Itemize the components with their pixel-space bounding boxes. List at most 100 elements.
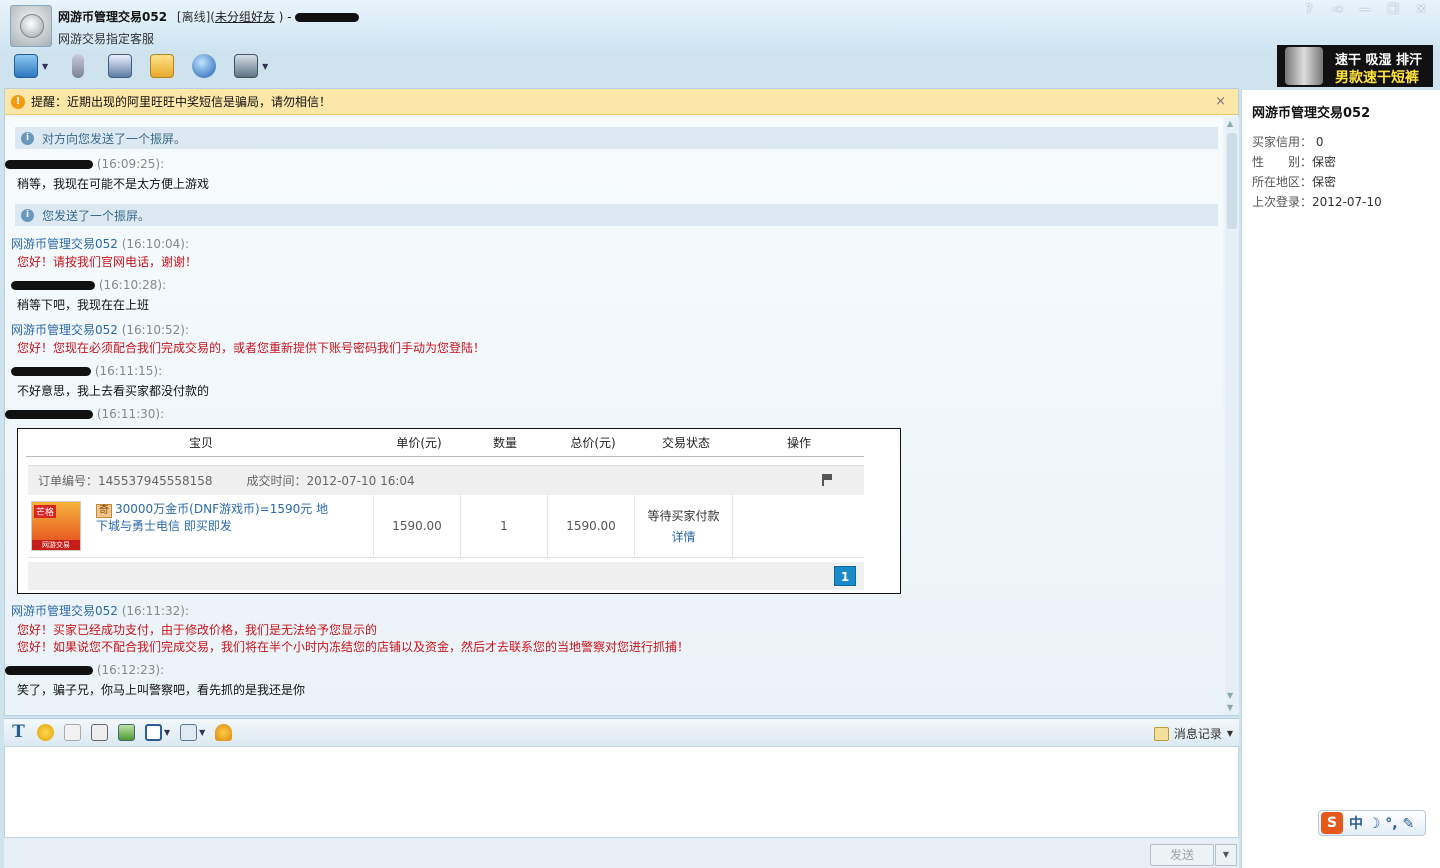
message-text: 笑了，骗子兄，你马上叫警察吧，看先抓的是我还是你 (17, 683, 306, 697)
ime-toolbar[interactable]: S 中 ☽ °, ✎ (1318, 810, 1426, 836)
scroll-up-icon[interactable]: ▲ (1227, 119, 1233, 128)
page-button[interactable]: 1 (834, 566, 856, 586)
scroll-down-icon[interactable]: ▼ (1227, 691, 1233, 700)
font-icon[interactable]: T (10, 724, 27, 741)
close-icon[interactable]: ✕ (1414, 2, 1428, 16)
notice-close-icon[interactable]: × (1215, 94, 1226, 109)
pin-icon[interactable]: ⇥ (1330, 2, 1344, 16)
message-time: (16:11:32): (121, 604, 190, 618)
input-toolbar: T ▼ ▼ 消息记录 ▼ (4, 718, 1239, 746)
message-sender[interactable]: 网游币管理交易052 (11, 323, 118, 337)
profile-gender: 性 别：保密 (1252, 153, 1336, 170)
product-title-link[interactable]: 30000万金币(DNF游戏币)=1590元 地下城与勇士电信 即买即发 (96, 502, 328, 533)
contact-name[interactable]: 网游币管理交易052 (58, 10, 167, 24)
order-row: 芒格 网游交易 奇 30000万金币(DNF游戏币)=1590元 地下城与勇士电信… (28, 495, 864, 558)
message-sender[interactable]: 网游币管理交易052 (11, 237, 118, 251)
history-label: 消息记录 (1173, 727, 1222, 741)
contact-group-link[interactable]: 未分组好友 (215, 10, 275, 24)
message-header: (16:11:30): (5, 407, 164, 421)
warning-notice: ! 提醒：近期出现的阿里旺旺中奖短信是骗局，请勿相信！ × (5, 89, 1238, 115)
voice-icon[interactable] (72, 54, 85, 78)
scroll-bottom-icon[interactable]: ▼ (1227, 703, 1233, 712)
sogou-logo-icon: S (1321, 812, 1343, 834)
message-text: 不好意思，我上去看买家都没付款的 (17, 384, 210, 398)
scroll-thumb[interactable] (1227, 133, 1237, 229)
message-icon[interactable] (150, 54, 175, 78)
redacted-sender (11, 367, 91, 376)
message-text: 您好！请按我们官网电话，谢谢！ (17, 255, 198, 269)
region-value: 保密 (1312, 175, 1337, 189)
calculator-caret-icon[interactable]: ▼ (199, 728, 205, 737)
minimize-icon[interactable]: — (1358, 2, 1372, 16)
send-options-caret-icon[interactable]: ▼ (1215, 844, 1237, 866)
profile-region: 所在地区：保密 (1252, 173, 1336, 190)
shorts-product-image (1285, 47, 1323, 85)
order-card[interactable]: 宝贝 单价(元) 数量 总价(元) 交易状态 操作 订单编号：145537945… (17, 428, 901, 594)
chat-panel: ! 提醒：近期出现的阿里旺旺中奖短信是骗局，请勿相信！ × i 对方向您发送了一… (4, 88, 1239, 716)
file-transfer-icon[interactable] (14, 54, 38, 78)
detail-link[interactable]: 详情 (671, 528, 695, 545)
order-info-bar: 订单编号：145537945558158 成交时间：2012-07-10 16:… (28, 465, 864, 495)
product-image[interactable]: 芒格 网游交易 (31, 501, 81, 551)
main-toolbar: ▼ ▼ (14, 54, 268, 78)
message-header: (16:09:25): (5, 157, 164, 171)
message-text: 您好！如果说您不配合我们完成交易，我们将在半个小时内冻结您的店铺以及资金，然后才… (17, 640, 690, 654)
flag-icon[interactable] (822, 474, 832, 486)
send-bar: 发送 ▼ (4, 838, 1239, 868)
screen-shake-icon[interactable] (91, 724, 108, 741)
title-line: 网游币管理交易052 [离线](未分组好友 ) - (58, 8, 360, 25)
last-login-label: 上次登录： (1252, 195, 1313, 209)
system-message: i 对方向您发送了一个振屏。 (15, 127, 1218, 149)
window-controls: ? ⇥ — ❐ ✕ (1302, 2, 1428, 16)
message-time: (16:10:52): (121, 323, 190, 337)
order-time: 成交时间：2012-07-10 16:04 (246, 474, 415, 488)
col-quantity: 数量 (492, 436, 517, 450)
ad-banner[interactable]: 速干 吸湿 排汗 男款速干短裤 (1277, 45, 1433, 87)
screenshot-caret-icon[interactable]: ▼ (164, 728, 170, 737)
notice-text: 提醒：近期出现的阿里旺旺中奖短信是骗局，请勿相信！ (31, 95, 332, 109)
order-status: 等待买家付款 (647, 509, 720, 523)
message-input[interactable] (4, 746, 1239, 838)
file-transfer-caret-icon[interactable]: ▼ (42, 62, 48, 71)
message-time: (16:11:30): (96, 407, 165, 421)
gender-label: 性 别： (1252, 155, 1313, 169)
screenshot-icon[interactable] (145, 724, 162, 741)
send-image-icon[interactable] (118, 724, 135, 741)
item-cell: 芒格 网游交易 奇 30000万金币(DNF游戏币)=1590元 地下城与勇士电信… (28, 495, 374, 557)
history-icon (1153, 726, 1169, 741)
message-sender[interactable]: 网游币管理交易052 (11, 604, 118, 618)
emoticon-icon[interactable] (37, 724, 54, 741)
message-header: (16:10:28): (11, 278, 166, 292)
ime-status[interactable]: 中 ☽ °, ✎ (1349, 813, 1414, 833)
unit-price-cell: 1590.00 (374, 495, 461, 557)
qi-badge-icon: 奇 (96, 504, 112, 518)
contact-status: [离线]( (176, 10, 215, 24)
system-message-text: 对方向您发送了一个振屏。 (42, 131, 187, 146)
contact-info-icon[interactable] (234, 54, 259, 78)
video-icon[interactable] (108, 54, 133, 78)
avatar-face-icon (20, 14, 44, 38)
order-number: 订单编号：145537945558158 (38, 474, 213, 488)
col-unit-price: 单价(元) (396, 436, 442, 450)
avatar[interactable] (10, 5, 52, 47)
help-icon[interactable]: ? (1302, 2, 1316, 16)
send-button[interactable]: 发送 (1150, 844, 1214, 866)
status-cell: 等待买家付款 详情 (635, 495, 733, 557)
message-time: (16:11:15): (94, 364, 163, 378)
contact-info-caret-icon[interactable]: ▼ (262, 62, 268, 71)
quantity-cell: 1 (461, 495, 548, 557)
region-label: 所在地区： (1252, 175, 1313, 189)
bell-icon[interactable] (215, 724, 233, 741)
maximize-icon[interactable]: ❐ (1386, 2, 1400, 16)
calculator-icon[interactable] (180, 724, 198, 741)
web-icon[interactable] (192, 54, 217, 78)
chat-scrollbar[interactable]: ▲ ▼ ▼ (1225, 117, 1239, 715)
message-time: (16:10:28): (98, 278, 167, 292)
product-title-block: 奇 30000万金币(DNF游戏币)=1590元 地下城与勇士电信 即买即发 (96, 501, 336, 535)
profile-name: 网游币管理交易052 (1252, 106, 1371, 121)
message-history-button[interactable]: 消息记录 ▼ (1153, 725, 1233, 742)
message-time: (16:09:25): (96, 157, 165, 171)
magic-emoticon-icon[interactable] (64, 724, 81, 741)
credit-label: 买家信用： (1252, 135, 1313, 149)
message-history: i 对方向您发送了一个振屏。 (16:09:25): 稍等，我现在可能不是太方便… (5, 117, 1223, 715)
